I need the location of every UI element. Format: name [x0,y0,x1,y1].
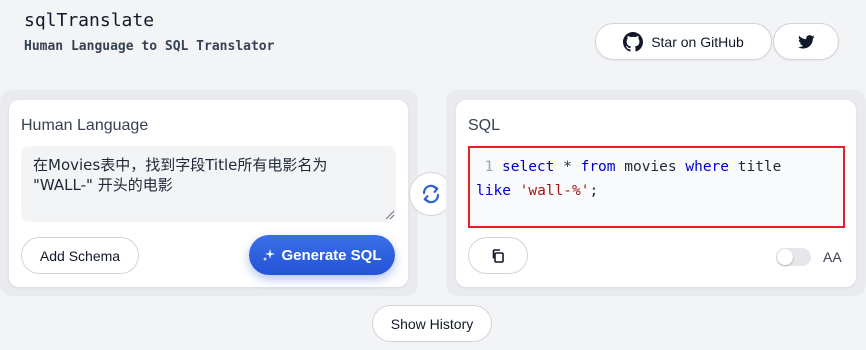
sql-keyword: where [685,159,730,175]
input-panel: Human Language 在Movies表中，找到字段Title所有电影名为… [0,90,418,296]
input-heading: Human Language [21,117,149,134]
sql-keyword: select [502,159,555,175]
output-card: SQL 1 select * from movies where title li… [456,100,856,287]
output-heading: SQL [468,117,501,134]
sql-output-editor[interactable]: 1 select * from movies where title like '… [468,146,845,228]
sql-text: * [554,159,581,175]
sql-keyword: from [580,159,616,175]
sparkle-icon [263,249,276,261]
line-number: 1 [484,159,494,175]
code-line-1: 1 select * from movies where title [476,155,837,179]
generate-sql-label: Generate SQL [281,246,382,264]
code-line-1-wrap: like 'wall-%'; [476,179,837,203]
github-icon [623,31,644,52]
sql-text: title [729,159,782,175]
sql-text: movies [615,159,686,175]
add-schema-button[interactable]: Add Schema [21,237,139,274]
case-toggle-label: AA [823,249,842,265]
human-language-input[interactable]: 在Movies表中，找到字段Title所有电影名为 "WALL-" 开头的电影 [21,146,396,222]
github-button-label: Star on GitHub [651,33,744,50]
copy-icon [492,248,504,263]
case-toggle[interactable] [776,248,811,266]
sql-text: ; [589,183,599,199]
swap-arrows-icon [422,184,440,204]
resize-handle-icon[interactable] [385,210,395,220]
app-title: sqlTranslate [24,10,155,31]
input-card: Human Language 在Movies表中，找到字段Title所有电影名为… [9,100,408,287]
output-panel: SQL 1 select * from movies where title li… [446,90,866,296]
twitter-icon [797,34,815,49]
twitter-button[interactable] [773,23,839,60]
app-subtitle: Human Language to SQL Translator [24,39,275,54]
copy-button[interactable] [468,237,528,274]
github-star-button[interactable]: Star on GitHub [595,23,772,60]
sql-keyword: like [476,183,511,199]
toggle-knob [777,249,793,265]
sql-string: 'wall-%' [519,183,590,199]
generate-sql-button[interactable]: Generate SQL [249,235,395,275]
show-history-button[interactable]: Show History [372,305,492,342]
